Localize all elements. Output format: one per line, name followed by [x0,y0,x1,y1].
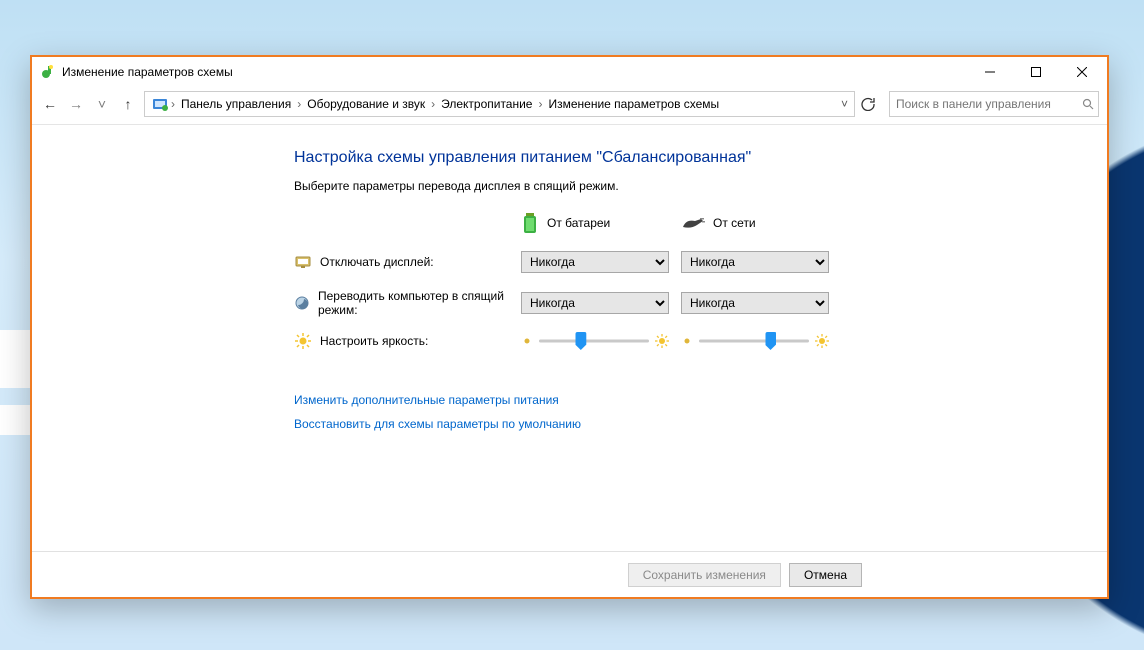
column-header-ac: От сети [681,215,829,231]
breadcrumb-segment[interactable]: Электропитание [435,97,538,111]
breadcrumb-segment[interactable]: Оборудование и звук [301,97,431,111]
row-display-off: Отключать дисплей: [294,254,509,270]
display-off-icon [294,254,312,270]
search-box[interactable] [889,91,1099,117]
link-advanced-settings[interactable]: Изменить дополнительные параметры питани… [294,393,559,407]
row-sleep: Переводить компьютер в спящий режим: [294,289,509,317]
breadcrumb[interactable]: › Панель управления › Оборудование и зву… [144,91,855,117]
ac-plug-icon [681,215,705,231]
minimize-button[interactable] [967,57,1013,87]
window-title: Изменение параметров схемы [62,65,967,79]
save-button[interactable]: Сохранить изменения [628,563,781,587]
row-brightness-label: Настроить яркость: [320,334,428,348]
maximize-button[interactable] [1013,57,1059,87]
display-off-battery-select[interactable]: Никогда [521,251,669,273]
sleep-ac-select[interactable]: Никогда [681,292,829,314]
breadcrumb-segment[interactable]: Изменение параметров схемы [542,97,725,111]
close-button[interactable] [1059,57,1105,87]
search-input[interactable] [894,96,1078,112]
sun-bright-icon [815,334,829,348]
row-display-off-label: Отключать дисплей: [320,255,434,269]
sleep-icon [294,295,310,311]
title-bar: Изменение параметров схемы [32,57,1107,87]
row-brightness: Настроить яркость: [294,333,509,349]
sun-dim-icon [521,335,533,347]
cancel-button[interactable]: Отмена [789,563,862,587]
brightness-ac-slider[interactable] [699,333,809,349]
nav-forward-button[interactable]: → [66,96,86,112]
footer: Сохранить изменения Отмена [32,551,1107,597]
column-header-ac-label: От сети [713,216,756,230]
nav-back-button[interactable]: ← [40,96,60,112]
control-panel-window: Изменение параметров схемы ← → ˅ ↑ [30,55,1109,599]
brightness-ac-cell [681,333,829,349]
battery-icon [521,211,539,235]
search-icon [1082,98,1094,110]
breadcrumb-dropdown-icon[interactable]: ˅ [835,97,854,111]
page-title: Настройка схемы управления питанием "Сба… [294,149,1107,167]
row-sleep-label: Переводить компьютер в спящий режим: [318,289,509,317]
page-subtitle: Выберите параметры перевода дисплея в сп… [294,179,1107,193]
column-header-battery: От батареи [521,211,669,235]
sun-dim-icon [681,335,693,347]
content-area: Настройка схемы управления питанием "Сба… [32,125,1107,551]
nav-up-button[interactable]: ↑ [118,96,138,112]
link-restore-defaults[interactable]: Восстановить для схемы параметры по умол… [294,417,581,431]
column-header-battery-label: От батареи [547,216,610,230]
sleep-battery-select[interactable]: Никогда [521,292,669,314]
brightness-battery-cell [521,333,669,349]
brightness-icon [294,333,312,349]
nav-recent-button[interactable]: ˅ [92,96,112,112]
power-plan-icon [40,64,56,80]
refresh-button[interactable] [861,97,883,111]
control-panel-icon [151,95,169,113]
sun-bright-icon [655,334,669,348]
display-off-ac-select[interactable]: Никогда [681,251,829,273]
address-bar-row: ← → ˅ ↑ › Панель управления › Оборудован… [32,87,1107,125]
brightness-battery-slider[interactable] [539,333,649,349]
breadcrumb-segment[interactable]: Панель управления [175,97,297,111]
